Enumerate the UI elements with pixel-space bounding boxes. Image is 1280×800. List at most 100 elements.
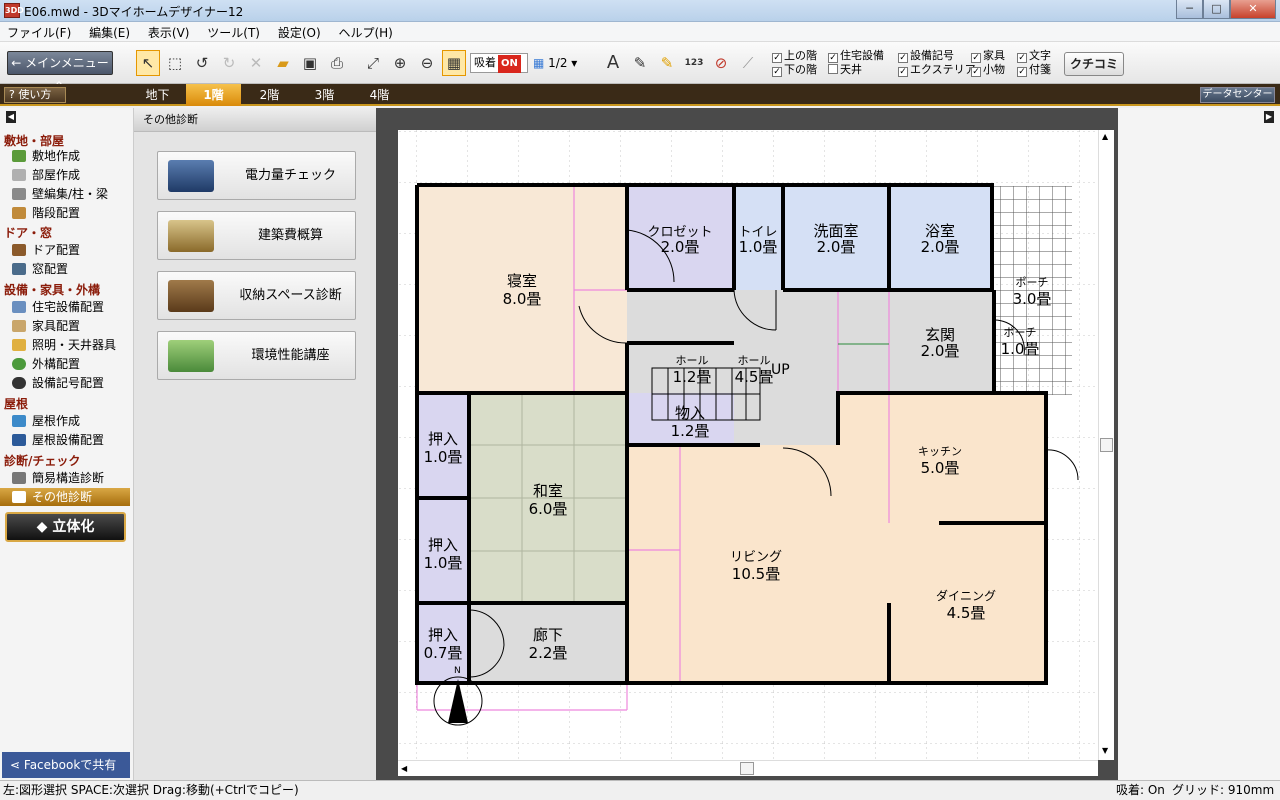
- print-icon[interactable]: ⎙: [325, 50, 349, 76]
- redo-icon[interactable]: ↻: [217, 50, 241, 76]
- zoom-out-icon[interactable]: ⊖: [415, 50, 439, 76]
- close-button[interactable]: ✕: [1230, 0, 1276, 19]
- sidebar-item-label: その他診断: [32, 490, 93, 504]
- storage-icon: [168, 280, 214, 312]
- rittaika-button[interactable]: ◆ 立体化: [5, 512, 126, 542]
- zoom-in-icon[interactable]: ⊕: [388, 50, 412, 76]
- sidebar-item-site[interactable]: 敷地作成: [12, 147, 130, 165]
- option-equipment[interactable]: ✓ 住宅設備: [828, 49, 884, 63]
- sidebar-item-symbols[interactable]: 設備記号配置: [12, 374, 130, 392]
- collapse-left-icon[interactable]: ◀: [6, 111, 16, 123]
- howto-button[interactable]: ? 使い方: [4, 87, 66, 103]
- storage-diagnosis-button[interactable]: 収納スペース診断: [157, 271, 356, 320]
- grid-scale-value: 1/2: [548, 56, 568, 70]
- room-size: 4.5畳: [735, 368, 774, 386]
- section-diagnosis: 診断/チェック: [4, 454, 81, 468]
- maximize-button[interactable]: □: [1203, 0, 1230, 19]
- sidebar-item-room[interactable]: 部屋作成: [12, 166, 130, 184]
- text-tool-icon[interactable]: A: [601, 50, 625, 76]
- select-arrow-icon[interactable]: ↖: [136, 50, 160, 76]
- scroll-thumb-vertical[interactable]: [1100, 438, 1113, 452]
- save-icon[interactable]: ▣: [298, 50, 322, 76]
- rittaika-label: 立体化: [52, 519, 95, 535]
- data-center-button[interactable]: データセンター: [1200, 87, 1275, 103]
- fit-view-icon[interactable]: ⤢: [361, 50, 385, 76]
- menu-edit[interactable]: 編集(E): [82, 22, 137, 41]
- dimension-icon[interactable]: 123: [682, 50, 706, 76]
- room-label: ポーチ: [1016, 276, 1049, 289]
- sidebar-item-window[interactable]: 窓配置: [12, 260, 130, 278]
- menu-help[interactable]: ヘルプ(H): [331, 22, 399, 41]
- power-check-button[interactable]: 電力量チェック: [157, 151, 356, 200]
- checkbox-icon: ✓: [1017, 53, 1027, 63]
- ruler-icon[interactable]: ⟋: [736, 50, 760, 76]
- undo-icon[interactable]: ↺: [190, 50, 214, 76]
- tab-floor-2[interactable]: 2階: [242, 84, 297, 106]
- sidebar-item-furniture[interactable]: 家具配置: [12, 317, 130, 335]
- grid-toggle-icon[interactable]: ▦: [442, 50, 466, 76]
- sidebar-item-exterior[interactable]: 外構配置: [12, 355, 130, 373]
- delete-icon[interactable]: ✕: [244, 50, 268, 76]
- scroll-thumb-horizontal[interactable]: [740, 762, 754, 775]
- scroll-down-icon[interactable]: ▼: [1102, 746, 1108, 755]
- room-hall-lower[interactable]: [734, 393, 838, 445]
- menu-settings[interactable]: 設定(O): [271, 22, 328, 41]
- option-exterior[interactable]: ✓ エクステリア: [898, 63, 976, 77]
- sidebar-item-housing-equipment[interactable]: 住宅設備配置: [12, 298, 130, 316]
- sidebar-item-label: 敷地作成: [32, 149, 81, 163]
- toolbar: ← メインメニューへ ↖ ⬚ ↺ ↻ ✕ ▰ ▣ ⎙ ⤢ ⊕ ⊖ ▦ 吸着ON …: [0, 42, 1280, 92]
- option-upper-floor[interactable]: ✓ 上の階: [772, 49, 817, 63]
- sidebar-item-roof[interactable]: 屋根作成: [12, 412, 130, 430]
- tab-floor-1[interactable]: 1階: [186, 84, 241, 106]
- pen-icon[interactable]: ✎: [628, 50, 652, 76]
- main-menu-button[interactable]: ← メインメニューへ: [7, 51, 113, 92]
- room-size: 1.0畳: [424, 448, 463, 466]
- option-furniture[interactable]: ✓ 家具: [971, 49, 1005, 63]
- compass-icon[interactable]: ⊘: [709, 50, 733, 76]
- menu-file[interactable]: ファイル(F): [0, 22, 78, 41]
- sidebar-item-roof-equipment[interactable]: 屋根設備配置: [12, 431, 130, 449]
- room-size: 1.2畳: [671, 422, 710, 440]
- menu-tools[interactable]: ツール(T): [200, 22, 267, 41]
- grid-scale-dropdown[interactable]: ▦ 1/2 ▾: [533, 53, 589, 73]
- vertical-scrollbar[interactable]: ▲ ▼: [1098, 130, 1114, 760]
- sidebar-item-other-diagnosis[interactable]: その他診断: [0, 488, 130, 506]
- room-dining[interactable]: [889, 523, 1046, 683]
- kuchikomi-button[interactable]: クチコミ: [1064, 52, 1124, 76]
- multi-select-icon[interactable]: ⬚: [163, 50, 187, 76]
- eco-house-icon: [168, 340, 214, 372]
- scroll-left-icon[interactable]: ◀: [401, 764, 407, 773]
- title-bar: 3DD E06.mwd - 3Dマイホームデザイナー12 ─ □ ✕: [0, 0, 1280, 22]
- sidebar-item-label: 家具配置: [32, 319, 81, 333]
- menu-view[interactable]: 表示(V): [141, 22, 197, 41]
- option-symbols[interactable]: ✓ 設備記号: [898, 49, 954, 63]
- option-notes[interactable]: ✓ 付箋: [1017, 63, 1051, 77]
- magnet-toggle[interactable]: 吸着 ON: [470, 53, 528, 73]
- sidebar-item-structure[interactable]: 簡易構造診断: [12, 469, 130, 487]
- sidebar-item-door[interactable]: ドア配置: [12, 241, 130, 259]
- open-folder-icon[interactable]: ▰: [271, 50, 295, 76]
- facebook-share-button[interactable]: ⋖ Facebookで共有: [2, 752, 130, 778]
- marker-icon[interactable]: ✎: [655, 50, 679, 76]
- tab-basement[interactable]: 地下: [130, 84, 185, 106]
- scroll-up-icon[interactable]: ▲: [1102, 132, 1108, 141]
- grid-icon: ▦: [533, 56, 545, 70]
- option-label: 付箋: [1029, 63, 1051, 76]
- minimize-button[interactable]: ─: [1176, 0, 1203, 19]
- sidebar-item-stairs[interactable]: 階段配置: [12, 204, 130, 222]
- tab-floor-4[interactable]: 4階: [352, 84, 407, 106]
- option-accessories[interactable]: ✓ 小物: [971, 63, 1005, 77]
- option-lower-floor[interactable]: ✓ 下の階: [772, 63, 817, 77]
- floor-plan-canvas[interactable]: N UP 寝室 8.0畳 クロゼット 2.0畳 トイレ 1.0畳 洗面室 2.0畳 浴室…: [398, 130, 1098, 760]
- room-label: 押入: [428, 626, 458, 644]
- expand-right-icon[interactable]: ▶: [1264, 111, 1274, 123]
- horizontal-scrollbar[interactable]: ◀: [398, 760, 1098, 776]
- tab-floor-3[interactable]: 3階: [297, 84, 352, 106]
- sidebar-item-lighting[interactable]: 照明・天井器具: [12, 336, 130, 354]
- option-ceiling[interactable]: 天井: [828, 63, 862, 76]
- app-icon[interactable]: 3DD: [4, 3, 24, 18]
- construction-cost-button[interactable]: 建築費概算: [157, 211, 356, 260]
- environment-course-button[interactable]: 環境性能講座: [157, 331, 356, 380]
- option-text[interactable]: ✓ 文字: [1017, 49, 1051, 63]
- sidebar-item-wall[interactable]: 壁編集/柱・梁: [12, 185, 130, 203]
